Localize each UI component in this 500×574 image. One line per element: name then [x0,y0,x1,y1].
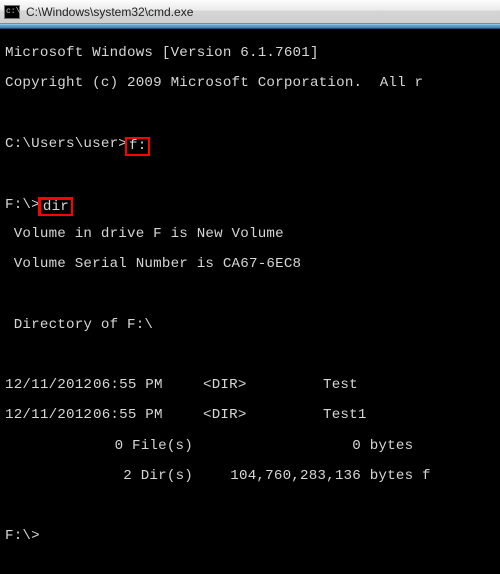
command-highlight-dir: dir [38,197,73,216]
col-type: <DIR> [173,378,245,393]
listing-row: 12/11/201206:55 PM<DIR>Test [5,378,500,393]
window-title: C:\Windows\system32\cmd.exe [26,5,193,19]
prompt-line-2: F:\>dir [5,197,500,212]
files-bytes-label: bytes [361,439,413,454]
blank-line [5,499,500,514]
titlebar[interactable]: c:\ C:\Windows\system32\cmd.exe [0,0,500,24]
blank-line [5,288,500,303]
col-type: <DIR> [173,408,245,423]
command-highlight-f: f: [125,137,150,156]
command-dir: dir [43,199,69,215]
dirs-count: 2 Dir(s) [5,469,193,484]
col-name: Test [245,378,358,393]
cmd-icon-glyph: c:\ [6,8,20,16]
col-time: 06:55 PM [93,408,173,423]
volume-line-1: Volume in drive F is New Volume [5,227,500,242]
listing-row: 12/11/201206:55 PM<DIR>Test1 [5,408,500,423]
dirs-bytes-label: bytes f [361,469,431,484]
col-date: 12/11/2012 [5,408,93,423]
files-count: 0 File(s) [5,439,193,454]
prompt-path: F:\> [5,197,40,213]
copyright-line: Copyright (c) 2009 Microsoft Corporation… [5,76,500,91]
directory-of-line: Directory of F:\ [5,318,500,333]
terminal-output[interactable]: Microsoft Windows [Version 6.1.7601] Cop… [0,29,500,574]
command-f: f: [129,138,146,154]
cmd-window: c:\ C:\Windows\system32\cmd.exe Microsof… [0,0,500,574]
prompt-path: C:\Users\user> [5,136,127,152]
blank-line [5,348,500,363]
version-line: Microsoft Windows [Version 6.1.7601] [5,46,500,61]
col-date: 12/11/2012 [5,378,93,393]
blank-line [5,167,500,182]
summary-files: 0 File(s)0 bytes [5,439,500,454]
cmd-icon: c:\ [4,5,20,19]
col-name: Test1 [245,408,367,423]
col-time: 06:55 PM [93,378,173,393]
summary-dirs: 2 Dir(s)104,760,283,136 bytes f [5,469,500,484]
prompt-path: F:\> [5,528,40,544]
blank-line [5,106,500,121]
prompt-line-1: C:\Users\user>f: [5,137,500,152]
volume-line-2: Volume Serial Number is CA67-6EC8 [5,257,500,272]
prompt-line-3: F:\> [5,529,500,544]
files-bytes: 0 [193,439,361,454]
dirs-bytes: 104,760,283,136 [193,469,361,484]
